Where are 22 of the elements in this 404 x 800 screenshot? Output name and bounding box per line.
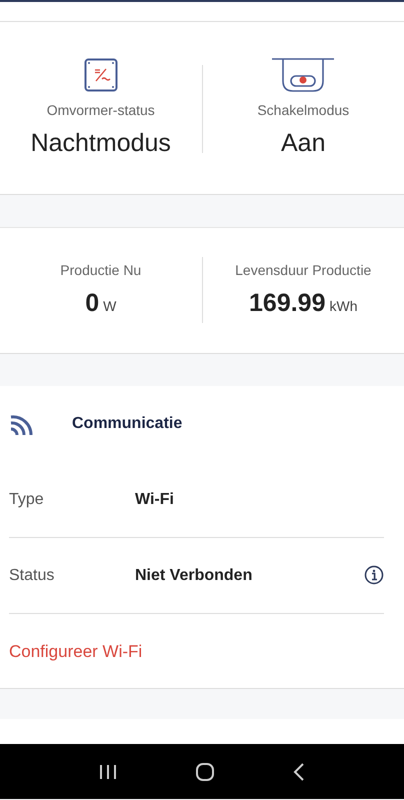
label: Productie Nu	[60, 261, 142, 280]
switch-icon	[271, 58, 336, 92]
inverter-icon	[84, 58, 118, 92]
status-value: Nachtmodus	[30, 128, 171, 159]
field-label: Status	[9, 566, 56, 586]
unit-label: kWh	[329, 297, 358, 316]
home-icon[interactable]	[195, 762, 215, 782]
back-icon[interactable]	[293, 762, 305, 782]
field-label: Type	[9, 490, 45, 510]
status-value: Aan	[281, 128, 326, 159]
info-icon[interactable]	[364, 565, 384, 586]
unit-label: W	[103, 297, 116, 316]
label: Levensduur Productie	[235, 261, 372, 280]
reading-value: 0	[85, 288, 100, 319]
section-title: Communicatie	[72, 414, 182, 434]
recent-apps-icon[interactable]	[99, 764, 117, 780]
configure-wifi-link[interactable]: Configureer Wi-Fi	[9, 638, 142, 664]
field-value: Wi-Fi	[135, 490, 175, 510]
label: Schakelmodus	[257, 101, 350, 120]
reading-value: 169.99	[249, 288, 326, 319]
label: Omvormer-status	[46, 101, 155, 120]
field-value: Niet Verbonden	[135, 566, 254, 586]
